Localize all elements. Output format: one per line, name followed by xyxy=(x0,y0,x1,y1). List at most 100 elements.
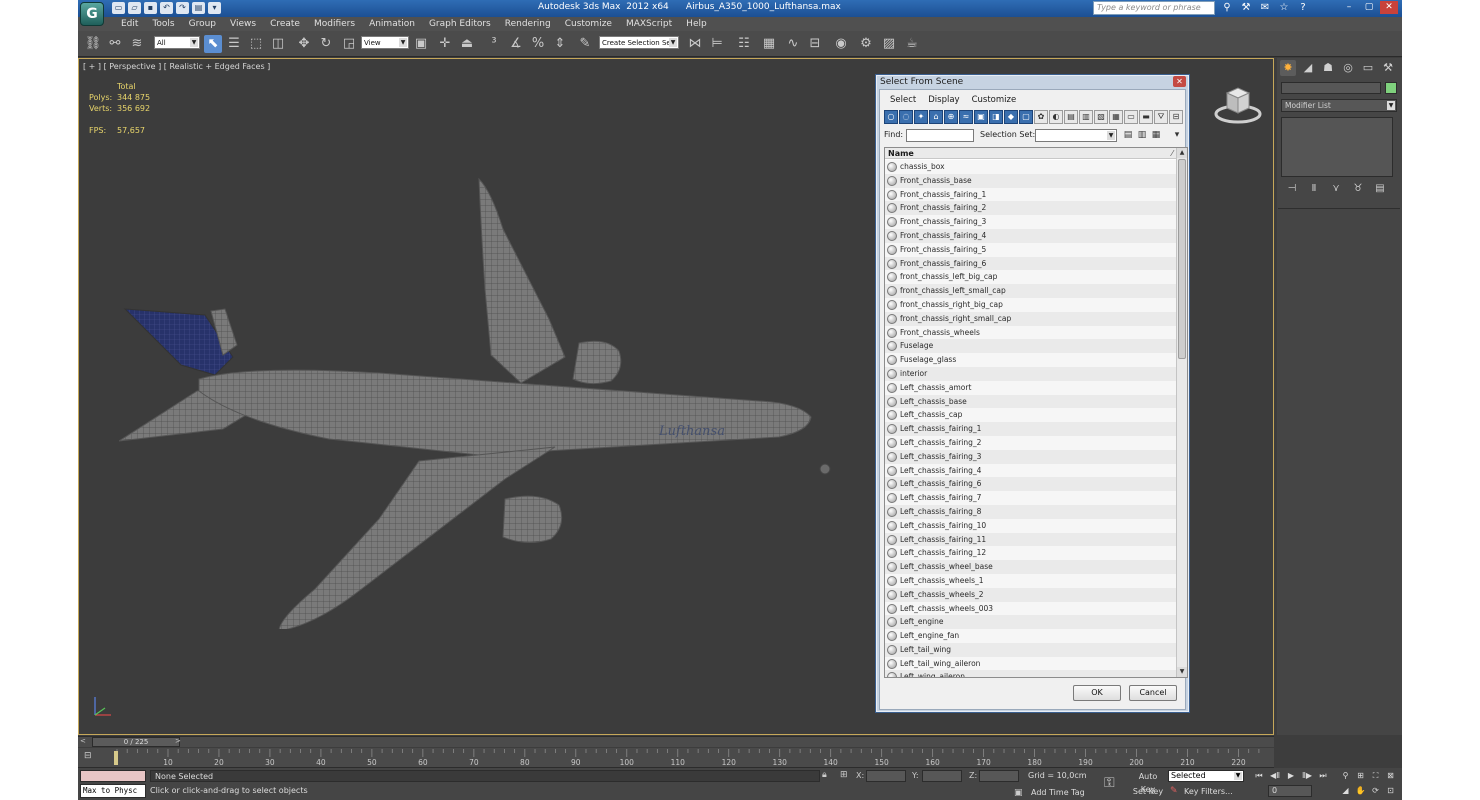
menu-maxscript[interactable]: MAXScript xyxy=(619,17,679,31)
new-file-icon[interactable]: ▭ xyxy=(112,2,125,14)
display-lights-icon[interactable]: ✦ xyxy=(914,110,928,124)
list-item[interactable]: Front_chassis_fairing_2 xyxy=(885,201,1177,216)
named-selection-sets-dropdown[interactable]: Create Selection Se ▼ xyxy=(599,36,679,49)
panel-options-chevron-icon[interactable]: ▾ xyxy=(1171,129,1183,142)
rectangular-selection-icon[interactable]: ⬚ xyxy=(247,35,265,53)
go-to-end-icon[interactable]: ⏭ xyxy=(1316,770,1330,782)
open-file-icon[interactable]: ▱ xyxy=(128,2,141,14)
select-and-scale-icon[interactable]: ◲ xyxy=(340,35,358,53)
quick-access-dropdown-icon[interactable]: ▾ xyxy=(208,2,221,14)
key-mode-dropdown[interactable]: Selected ▼ xyxy=(1168,770,1244,782)
list-item[interactable]: Left_chassis_base xyxy=(885,394,1177,409)
menu-tools[interactable]: Tools xyxy=(145,17,181,31)
select-all-icon[interactable]: ▦ xyxy=(1109,110,1123,124)
display-tab-icon[interactable]: ▭ xyxy=(1360,60,1376,76)
selection-filter-dropdown[interactable]: All ▼ xyxy=(154,36,200,49)
absolute-mode-icon[interactable]: ⊞ xyxy=(840,770,848,780)
orbit-icon[interactable]: ⟳ xyxy=(1370,785,1381,797)
menu-rendering[interactable]: Rendering xyxy=(498,17,558,31)
list-item[interactable]: Left_chassis_fairing_4 xyxy=(885,463,1177,478)
scroll-down-icon[interactable]: ▼ xyxy=(1177,667,1187,677)
mirror-icon[interactable]: ⋈ xyxy=(686,35,704,53)
layer-manager-icon[interactable]: ☷ xyxy=(735,35,753,53)
menu-views[interactable]: Views xyxy=(223,17,263,31)
display-space-warps-icon[interactable]: ≈ xyxy=(959,110,973,124)
list-item[interactable]: Left_chassis_fairing_1 xyxy=(885,422,1177,436)
list-item[interactable]: Front_chassis_base xyxy=(885,173,1177,188)
show-end-result-icon[interactable]: Ⅱ xyxy=(1307,182,1321,196)
key-filters-button[interactable]: Key Filters... xyxy=(1184,785,1246,798)
list-item[interactable]: interior xyxy=(885,366,1177,381)
redo-icon[interactable]: ↷ xyxy=(176,2,189,14)
display-groups-icon[interactable]: ▣ xyxy=(974,110,988,124)
dialog-close-button[interactable]: ✕ xyxy=(1173,76,1186,87)
select-none-icon[interactable]: ▭ xyxy=(1124,110,1138,124)
set-key-button[interactable]: Set Key xyxy=(1131,785,1165,798)
spinner-snap-icon[interactable]: ⇕ xyxy=(551,35,569,53)
rendered-frame-window-icon[interactable]: ▨ xyxy=(880,35,898,53)
help-icon[interactable]: ? xyxy=(1296,2,1310,14)
menu-help[interactable]: Help xyxy=(679,17,714,31)
maxscript-mini-listener-input[interactable]: Max to Physc xyxy=(80,784,146,798)
configure-modifier-sets-icon[interactable]: ▤ xyxy=(1373,182,1387,196)
list-item[interactable]: Front_chassis_wheels xyxy=(885,325,1177,340)
menu-edit[interactable]: Edit xyxy=(114,17,145,31)
list-item[interactable]: Fuselage xyxy=(885,339,1177,354)
current-frame-field[interactable]: 0 xyxy=(1268,785,1312,797)
menu-group[interactable]: Group xyxy=(182,17,223,31)
align-icon[interactable]: ⊨ xyxy=(708,35,726,53)
list-item[interactable]: Left_chassis_fairing_2 xyxy=(885,435,1177,450)
list-item[interactable]: Left_chassis_wheels_2 xyxy=(885,587,1177,602)
zoom-extents-all-icon[interactable]: ⊠ xyxy=(1385,770,1396,782)
go-to-start-icon[interactable]: ⏮ xyxy=(1252,770,1266,782)
list-item[interactable]: Fuselage_glass xyxy=(885,353,1177,367)
dialog-menu-customize[interactable]: Customize xyxy=(966,94,1023,106)
maxscript-mini-listener-output[interactable] xyxy=(80,770,146,782)
list-item[interactable]: Front_chassis_fairing_3 xyxy=(885,215,1177,229)
list-item[interactable]: Left_engine_fan xyxy=(885,629,1177,643)
graphite-ribbon-icon[interactable]: ▦ xyxy=(760,35,778,53)
menu-customize[interactable]: Customize xyxy=(558,17,619,31)
list-item[interactable]: Left_chassis_cap xyxy=(885,408,1177,423)
list-item[interactable]: Front_chassis_fairing_5 xyxy=(885,242,1177,257)
field-of-view-icon[interactable]: ◢ xyxy=(1340,785,1351,797)
mini-curve-editor-icon[interactable]: ⊟ xyxy=(84,751,98,763)
dialog-menu-select[interactable]: Select xyxy=(884,94,922,106)
material-editor-icon[interactable]: ◉ xyxy=(832,35,850,53)
viewport-label[interactable]: [ + ] [ Perspective ] [ Realistic + Edge… xyxy=(83,62,270,71)
display-containers-icon[interactable]: ▢ xyxy=(1019,110,1033,124)
minimize-button[interactable]: – xyxy=(1340,1,1358,14)
pan-view-icon[interactable]: ✋ xyxy=(1355,785,1366,797)
modifier-stack[interactable] xyxy=(1281,117,1393,177)
cancel-button[interactable]: Cancel xyxy=(1129,685,1177,701)
make-unique-icon[interactable]: ⋎ xyxy=(1329,182,1343,196)
list-item[interactable]: Left_chassis_fairing_12 xyxy=(885,546,1177,561)
list-item[interactable]: front_chassis_right_small_cap xyxy=(885,311,1177,326)
close-window-button[interactable]: ✕ xyxy=(1380,1,1398,14)
airplane-wireframe-model[interactable]: Lufthansa xyxy=(119,169,839,629)
bind-to-space-warp-icon[interactable]: ≋ xyxy=(128,35,146,53)
list-item[interactable]: Left_chassis_fairing_3 xyxy=(885,449,1177,464)
z-coordinate-field[interactable] xyxy=(979,770,1019,782)
display-frozen-icon[interactable]: ✿ xyxy=(1034,110,1048,124)
search-icon[interactable]: ⚲ xyxy=(1220,2,1234,14)
list-item[interactable]: Left_chassis_wheels_1 xyxy=(885,573,1177,588)
frame-ruler[interactable]: 10 20 30 40 50 60 70 80 90 100 110 120 130 140 150 160 1… xyxy=(113,748,1268,768)
schematic-view-icon[interactable]: ⊟ xyxy=(806,35,824,53)
next-frame-icon[interactable]: Ⅱ▶ xyxy=(1300,770,1314,782)
list-item[interactable]: front_chassis_left_big_cap xyxy=(885,270,1177,285)
hierarchy-tab-icon[interactable]: ☗ xyxy=(1320,60,1336,76)
list-item[interactable]: Left_chassis_amort xyxy=(885,380,1177,395)
list-item[interactable]: Left_chassis_fairing_11 xyxy=(885,532,1177,547)
maximize-viewport-icon[interactable]: ⊡ xyxy=(1385,785,1396,797)
angle-snap-icon[interactable]: ∡ xyxy=(507,35,525,53)
ok-button[interactable]: OK xyxy=(1073,685,1121,701)
auto-key-button[interactable]: Auto Key xyxy=(1131,770,1165,794)
list-item[interactable]: Left_tail_wing_aileron xyxy=(885,656,1177,671)
create-selection-set-icon[interactable]: ▤ xyxy=(1122,129,1134,142)
add-time-tag-button[interactable]: Add Time Tag xyxy=(1031,788,1085,797)
display-cameras-icon[interactable]: ⌂ xyxy=(929,110,943,124)
find-input[interactable] xyxy=(906,129,974,142)
viewcube[interactable] xyxy=(1214,83,1262,125)
object-color-swatch[interactable] xyxy=(1385,82,1397,94)
